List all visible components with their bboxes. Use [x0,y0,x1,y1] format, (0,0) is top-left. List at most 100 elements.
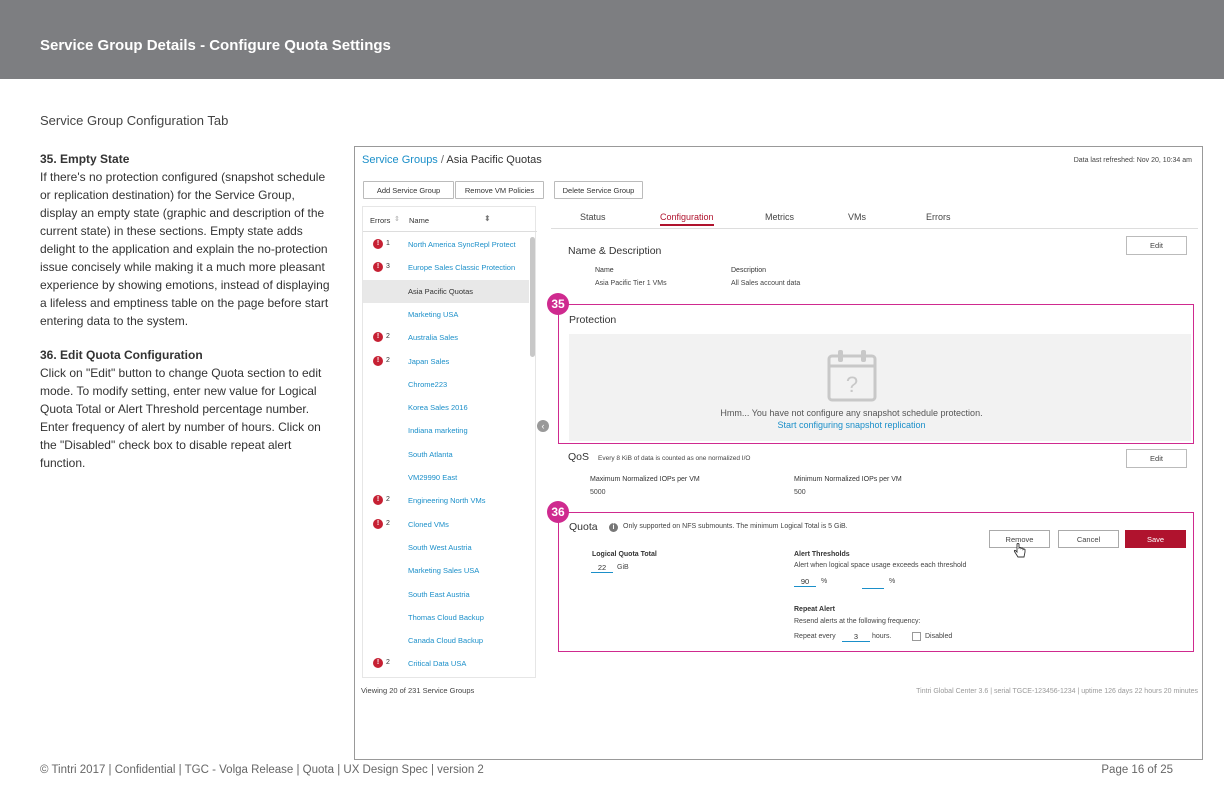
tab-configuration[interactable]: Configuration [660,212,714,226]
list-item[interactable]: Indiana marketing [363,419,529,442]
delete-service-group-button[interactable]: Delete Service Group [554,181,643,199]
section-subtitle: Service Group Configuration Tab [40,113,229,128]
alert-threshold-1-input[interactable]: 90 [794,577,816,587]
tab-metrics[interactable]: Metrics [765,212,794,222]
list-item[interactable]: Marketing USA [363,303,529,326]
list-item[interactable]: Chrome223 [363,373,529,396]
service-group-name[interactable]: Indiana marketing [408,426,468,435]
repeat-hours-input[interactable]: 3 [842,632,870,642]
service-group-name[interactable]: Canada Cloud Backup [408,636,483,645]
name-edit-button[interactable]: Edit [1126,236,1187,255]
list-count: Viewing 20 of 231 Service Groups [361,686,475,695]
description-value: All Sales account data [731,280,801,287]
list-item[interactable]: Canada Cloud Backup [363,629,529,652]
service-group-name[interactable]: Cloned VMs [408,520,449,529]
error-icon: ! [373,658,383,669]
empty-state-message: Hmm... You have not configure any snapsh… [720,408,983,418]
list-item[interactable]: ! 2 Japan Sales [363,350,529,373]
repeat-alert-label: Repeat Alert [794,606,835,613]
sort-asc-icon[interactable]: ⬍ [484,214,491,223]
list-header: Errors ⇕ Name ⬍ [363,207,537,232]
list-item[interactable]: South Atlanta [363,443,529,466]
note-35-title: 35. Empty State [40,152,130,166]
name-description-title: Name & Description [568,245,662,257]
service-group-name[interactable]: North America SyncRepl Protect [408,240,516,249]
add-service-group-button[interactable]: Add Service Group [363,181,454,199]
alert-threshold-2-input[interactable] [862,577,884,589]
repeat-alert-desc: Resend alerts at the following frequency… [794,618,921,625]
refresh-timestamp: Data last refreshed: Nov 20, 10:34 am [1073,157,1192,164]
service-group-name[interactable]: Critical Data USA [408,659,466,668]
empty-icon-glyph: ? [846,372,858,397]
errors-column-header[interactable]: Errors [370,216,390,225]
list-item[interactable]: ! 2 Cloned VMs [363,513,529,536]
qos-min-label: Minimum Normalized IOPs per VM [794,476,902,483]
header-bar: Service Group Details - Configure Quota … [0,0,1224,79]
service-group-name[interactable]: Korea Sales 2016 [408,403,468,412]
error-count: 2 [386,519,390,527]
list-item[interactable]: Marketing Sales USA [363,559,529,582]
list-item[interactable]: South West Austria [363,536,529,559]
service-group-name[interactable]: Japan Sales [408,357,449,366]
qos-max-value: 5000 [590,489,606,496]
list-item[interactable]: Korea Sales 2016 [363,396,529,419]
breadcrumb-link[interactable]: Service Groups [362,154,438,166]
qos-edit-button[interactable]: Edit [1126,449,1187,468]
list-item[interactable]: VM29990 East [363,466,529,489]
service-group-name[interactable]: Engineering North VMs [408,496,486,505]
error-count: 2 [386,659,390,667]
service-group-name[interactable]: South East Austria [408,590,470,599]
list-item[interactable]: ! 2 Engineering North VMs [363,489,529,512]
service-group-name[interactable]: Europe Sales Classic Protection [408,263,515,272]
tab-errors[interactable]: Errors [926,212,951,222]
logical-quota-unit: GiB [617,564,629,571]
list-item[interactable]: South East Austria [363,583,529,606]
service-group-name[interactable]: South Atlanta [408,450,453,459]
repeat-hours-unit: hours. [872,633,892,640]
name-column-header[interactable]: Name [409,216,429,225]
list-item[interactable]: ! 1 North America SyncRepl Protect [363,233,529,256]
service-group-name[interactable]: Thomas Cloud Backup [408,613,484,622]
alert-thresholds-label: Alert Thresholds [794,551,850,558]
pointer-cursor-icon [1013,543,1026,558]
remove-vm-policies-button[interactable]: Remove VM Policies [455,181,544,199]
save-button[interactable]: Save [1125,530,1186,548]
repeat-every-label: Repeat every [794,633,836,640]
list-item[interactable]: ! 2 Critical Data USA [363,652,529,675]
collapse-panel-icon[interactable]: ‹ [537,420,549,432]
service-group-name[interactable]: Chrome223 [408,380,447,389]
alert-thresholds-desc: Alert when logical space usage exceeds e… [794,562,967,569]
status-bar: Tintri Global Center 3.6 | serial TGCE-1… [916,688,1198,695]
error-count: 2 [386,356,390,364]
service-group-name[interactable]: South West Austria [408,543,472,552]
error-icon: ! [373,239,383,249]
list-item[interactable]: Asia Pacific Quotas [363,279,529,303]
quota-title: Quota [569,521,598,533]
service-group-list: Errors ⇕ Name ⬍ ! 1 North America SyncRepl… [362,206,537,678]
service-group-name[interactable]: Marketing USA [408,310,458,319]
service-group-name[interactable]: Australia Sales [408,333,458,342]
cancel-button[interactable]: Cancel [1058,530,1119,548]
tab-vms[interactable]: VMs [848,212,866,222]
sort-icon[interactable]: ⇕ [394,215,400,223]
start-configuring-link[interactable]: Start configuring snapshot replication [569,420,1134,430]
qos-min-value: 500 [794,489,806,496]
description-label: Description [731,267,767,274]
disabled-checkbox[interactable] [912,632,921,641]
qos-max-label: Maximum Normalized IOPs per VM [590,476,700,483]
service-group-name[interactable]: Asia Pacific Quotas [408,287,473,296]
footer-info: © Tintri 2017 | Confidential | TGC - Vol… [40,764,484,776]
service-group-name[interactable]: VM29990 East [408,473,457,482]
list-item[interactable]: ! 2 Australia Sales [363,326,529,349]
protection-title: Protection [569,314,617,326]
page-title: Service Group Details - Configure Quota … [40,37,391,54]
list-item[interactable]: ! 3 Europe Sales Classic Protection [363,256,529,279]
error-icon: ! [373,518,383,529]
list-item[interactable]: Thomas Cloud Backup [363,606,529,629]
list-scrollbar[interactable] [530,237,535,357]
tab-status[interactable]: Status [580,212,606,222]
detail-tabs: Status Configuration Metrics VMs Errors [551,206,1198,229]
logical-quota-input[interactable]: 22 [591,563,613,573]
error-count: 1 [386,240,390,247]
service-group-name[interactable]: Marketing Sales USA [408,566,479,575]
